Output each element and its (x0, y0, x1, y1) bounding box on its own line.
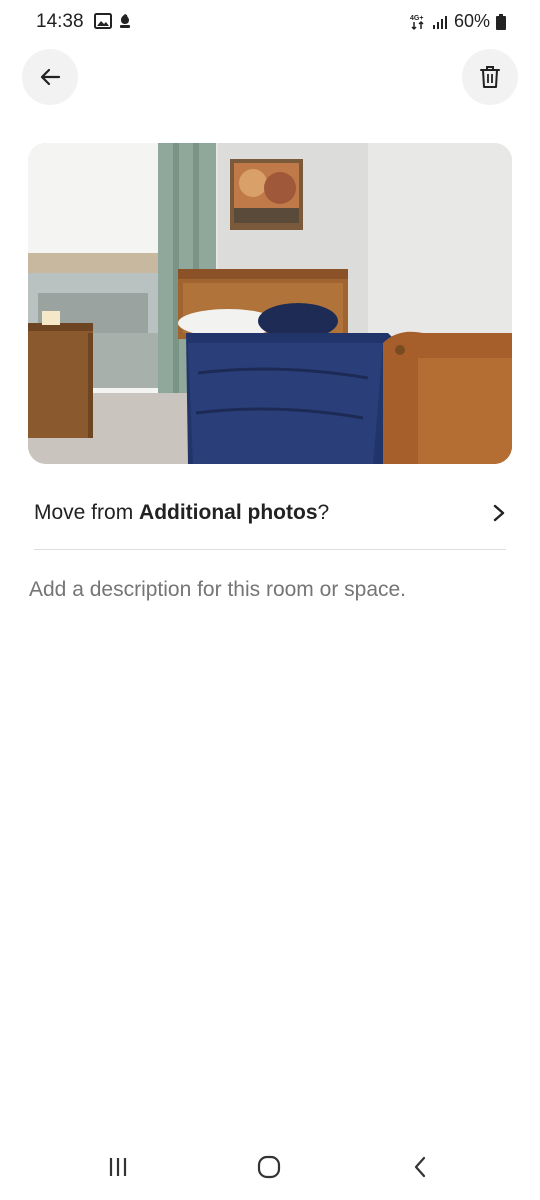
back-button[interactable] (22, 49, 78, 105)
move-prefix: Move from (34, 501, 140, 524)
status-right-group: 4G+ 60% (410, 11, 506, 32)
back-icon (414, 1156, 426, 1178)
svg-text:4G+: 4G+ (410, 15, 423, 22)
move-from-label: Move from Additional photos? (34, 501, 329, 525)
status-time: 14:38 (36, 11, 84, 32)
bedroom-photo[interactable] (28, 143, 512, 464)
trash-icon (480, 66, 500, 88)
room-description-input[interactable] (29, 578, 509, 602)
recents-icon (109, 1158, 127, 1176)
system-navigation-bar (0, 1140, 540, 1200)
system-back-button[interactable] (400, 1152, 440, 1182)
home-icon (257, 1155, 281, 1179)
arrow-left-icon (40, 68, 61, 86)
status-bar: 14:38 4G+ 60% (0, 0, 540, 44)
signal-icon (432, 15, 447, 29)
gallery-icon (94, 13, 112, 29)
notification-icon (120, 14, 130, 28)
move-from-section-row[interactable]: Move from Additional photos? (34, 490, 506, 536)
battery-icon (496, 13, 506, 30)
home-button[interactable] (249, 1152, 289, 1182)
delete-photo-button[interactable] (462, 49, 518, 105)
recents-button[interactable] (98, 1152, 138, 1182)
battery-percent: 60% (453, 11, 490, 31)
move-suffix: ? (317, 501, 330, 524)
move-section-name: Additional photos (139, 501, 318, 524)
chevron-right-icon (493, 504, 505, 522)
network-4g-icon: 4G+ (410, 15, 424, 30)
divider (34, 549, 506, 550)
